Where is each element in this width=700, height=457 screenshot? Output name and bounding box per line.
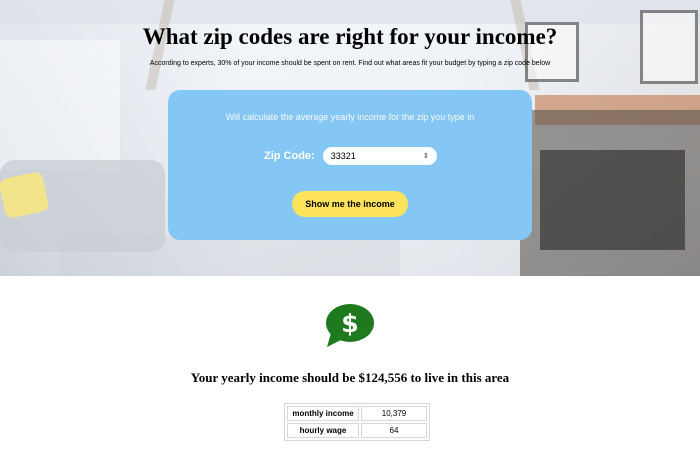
page-subtitle: According to experts, 30% of your income…: [149, 60, 551, 67]
income-table: monthly income 10,379 hourly wage 64: [284, 403, 430, 441]
calculator-hint: Will calculate the average yearly income…: [225, 112, 475, 122]
page-title: What zip codes are right for your income…: [142, 24, 558, 49]
table-row: monthly income 10,379: [287, 406, 427, 421]
table-row: hourly wage 64: [287, 423, 427, 438]
ceiling-beam: [0, 0, 700, 24]
zip-label: Zip Code:: [264, 150, 315, 162]
dollar-chat-bubble-icon: $: [326, 304, 374, 347]
show-income-button[interactable]: Show me the income: [292, 191, 408, 217]
hourly-wage-value: 64: [361, 423, 427, 438]
zip-row: Zip Code: 33321 ⇕: [264, 147, 437, 165]
monthly-income-value: 10,379: [361, 406, 427, 421]
background-rug: [60, 235, 400, 276]
calculator-panel: Will calculate the average yearly income…: [168, 90, 532, 240]
hourly-wage-label: hourly wage: [287, 423, 359, 438]
hero-section: What zip codes are right for your income…: [0, 0, 700, 276]
stepper-icon[interactable]: ⇕: [423, 153, 429, 160]
svg-text:$: $: [341, 309, 358, 338]
background-fireplace-inner: [540, 150, 685, 250]
yearly-income-result: Your yearly income should be $124,556 to…: [190, 370, 510, 385]
monthly-income-label: monthly income: [287, 406, 359, 421]
zip-code-input[interactable]: 33321 ⇕: [322, 147, 437, 165]
zip-code-value: 33321: [330, 151, 356, 161]
